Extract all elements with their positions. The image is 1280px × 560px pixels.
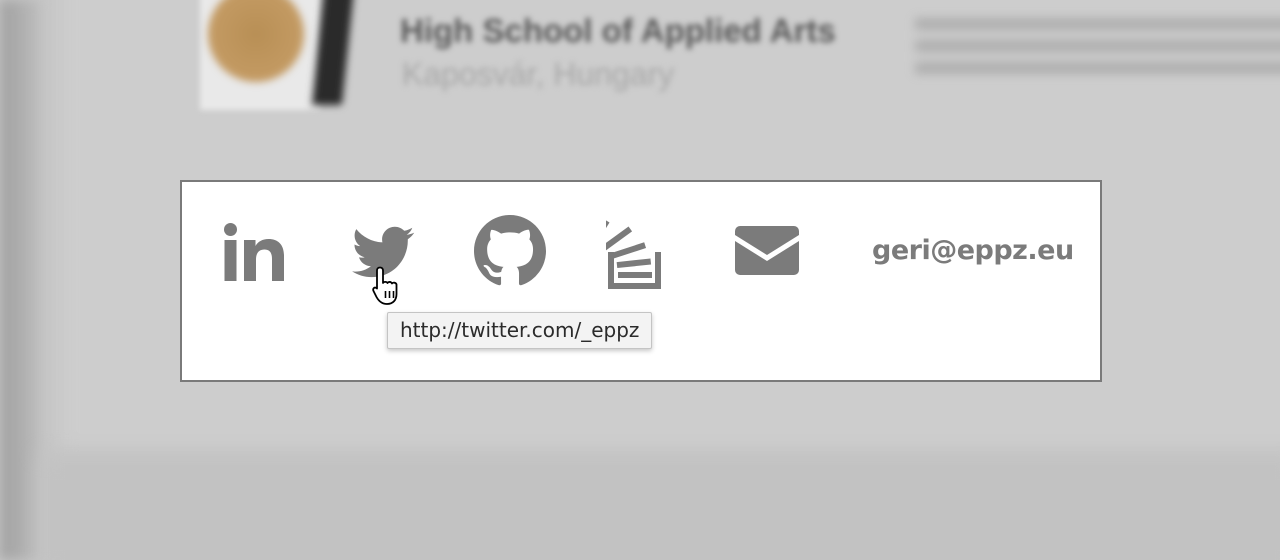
background-lower-section: [40, 455, 1280, 560]
stackoverflow-icon: [606, 219, 661, 289]
contact-panel: geri@eppz.eu: [180, 180, 1102, 382]
envelope-icon: [735, 226, 799, 275]
twitter-icon: [352, 226, 415, 278]
background-edge: [0, 0, 40, 560]
link-url-tooltip: http://twitter.com/_eppz: [387, 312, 653, 349]
email-address-link[interactable]: geri@eppz.eu: [872, 235, 1074, 266]
linkedin-icon: [224, 223, 284, 281]
stackoverflow-link[interactable]: [606, 210, 670, 290]
twitter-link[interactable]: [352, 226, 416, 282]
school-location: Kaposvár, Hungary: [402, 56, 675, 92]
background-text-block: [915, 18, 1280, 74]
github-link[interactable]: [474, 215, 546, 287]
email-link[interactable]: [734, 226, 800, 276]
linkedin-link[interactable]: [222, 219, 286, 283]
github-icon: [474, 215, 546, 286]
school-name: High School of Applied Arts: [400, 12, 836, 49]
